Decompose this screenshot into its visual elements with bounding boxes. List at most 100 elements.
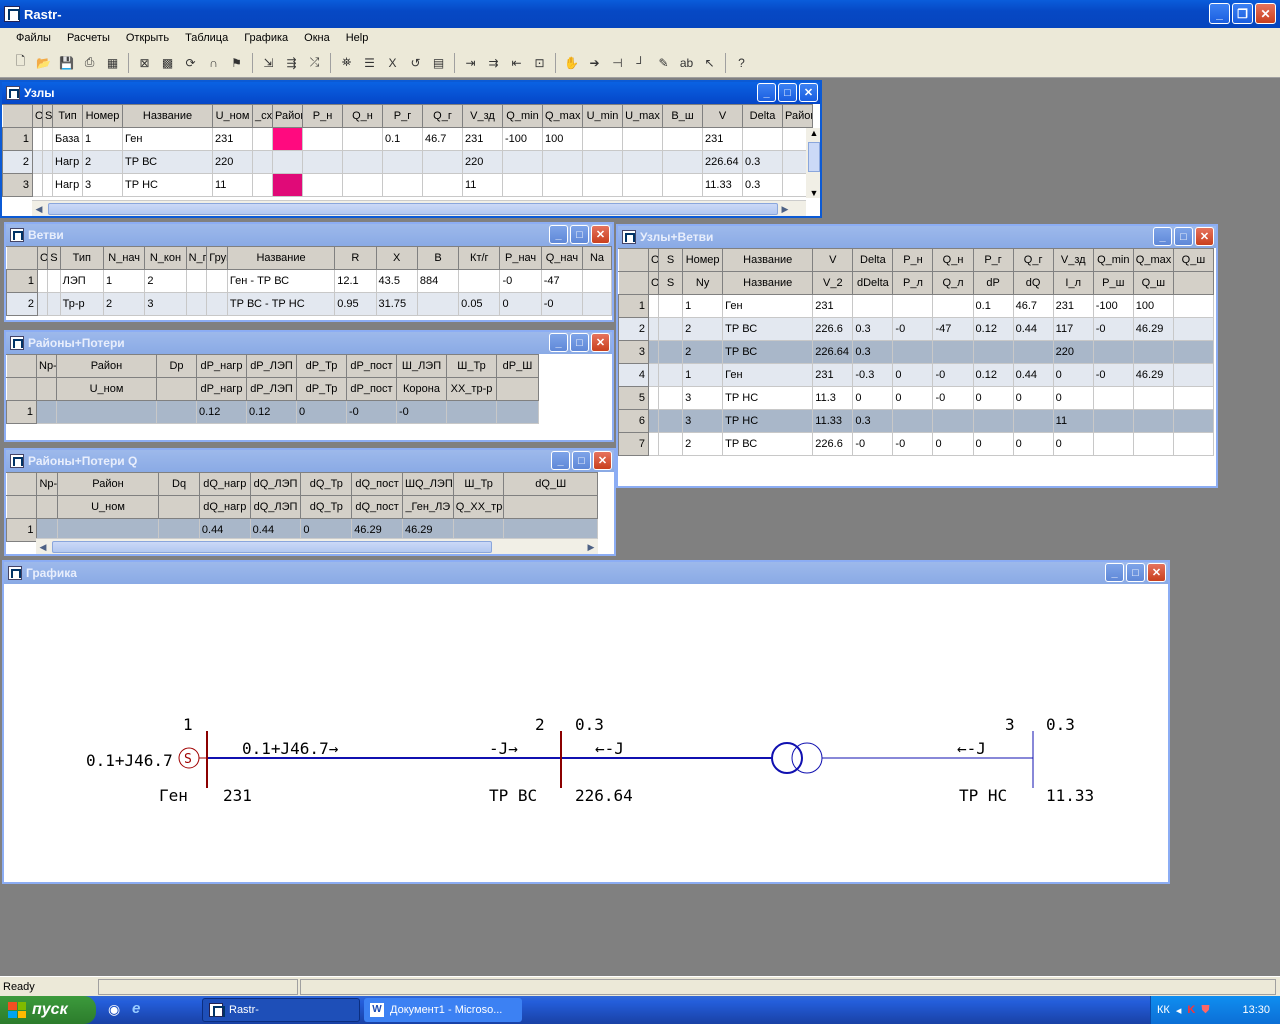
table-cell[interactable] [648, 363, 660, 387]
table-cell[interactable]: 0.12 [972, 317, 1014, 341]
close-button[interactable]: ✕ [1195, 227, 1214, 246]
table-cell[interactable]: 0.1 [972, 294, 1014, 318]
table-cell[interactable] [302, 173, 343, 197]
table-cell[interactable]: 0 [1012, 386, 1054, 410]
table-cell[interactable] [1012, 340, 1054, 364]
column-header[interactable]: dQ_Ш [503, 472, 598, 496]
table-cell[interactable] [206, 292, 228, 316]
branch-icon[interactable]: ⇲ [258, 52, 279, 73]
column-header[interactable]: V_2 [812, 271, 854, 295]
maximize-button[interactable]: □ [572, 451, 591, 470]
table-cell[interactable]: 0.3 [742, 150, 783, 174]
table-cell[interactable]: 1 [682, 294, 724, 318]
table-cell[interactable]: -0 [852, 432, 894, 456]
pointer-icon[interactable]: ➔ [584, 52, 605, 73]
column-header[interactable]: P_н [302, 104, 343, 128]
column-header[interactable]: Q_ш [1132, 271, 1174, 295]
column-header[interactable] [156, 377, 197, 401]
column-header[interactable]: dP_ЛЭП [246, 377, 297, 401]
table-cell[interactable] [932, 340, 974, 364]
magnet-icon[interactable]: ∩ [203, 52, 224, 73]
column-header[interactable]: Тип [59, 246, 105, 270]
column-header[interactable]: dQ_ЛЭП [249, 495, 302, 519]
column-header[interactable]: ШQ_ЛЭП [401, 472, 454, 496]
column-header[interactable]: U_max [622, 104, 663, 128]
column-header[interactable]: V [812, 248, 854, 272]
table-cell[interactable] [32, 173, 43, 197]
horizontal-scrollbar[interactable]: ◀ ▶ [32, 200, 806, 216]
column-header[interactable]: Название [722, 248, 814, 272]
table-cell[interactable]: 0.3 [742, 173, 783, 197]
table-cell[interactable]: -0 [892, 432, 934, 456]
column-header[interactable]: Q_л [932, 271, 974, 295]
table-cell[interactable]: 117 [1052, 317, 1094, 341]
table-cell[interactable]: 4 [618, 363, 650, 387]
table-cell[interactable]: Ген [722, 363, 814, 387]
table-cell[interactable]: 3 [144, 292, 187, 316]
arrow-in-icon[interactable]: ⇥ [460, 52, 481, 73]
column-header[interactable]: Nр-н [36, 472, 58, 496]
column-header[interactable]: Q_ш [1172, 248, 1215, 272]
table-cell[interactable] [582, 127, 623, 151]
table-cell[interactable]: 0 [1052, 363, 1094, 387]
table-cell[interactable] [502, 150, 543, 174]
arrow-icon[interactable]: ◂ [1176, 1004, 1182, 1017]
table-cell[interactable] [206, 269, 228, 293]
table-cell[interactable]: 1 [618, 294, 650, 318]
table-cell[interactable]: 231 [212, 127, 253, 151]
table-cell[interactable]: -0 [346, 400, 397, 424]
table-cell[interactable]: 2 [6, 292, 38, 316]
new-icon[interactable]: 🗋 [10, 52, 31, 73]
table-cell[interactable]: ТР ВС [722, 432, 814, 456]
table-cell[interactable]: 231 [1052, 294, 1094, 318]
menu-item-2[interactable]: Открыть [118, 32, 177, 44]
table-cell[interactable]: -100 [1092, 294, 1134, 318]
table-cell[interactable] [742, 127, 783, 151]
close-button[interactable]: ✕ [591, 225, 610, 244]
table-cell[interactable]: 3 [82, 173, 123, 197]
column-header[interactable]: R [334, 246, 377, 270]
vertical-scrollbar[interactable]: ▲ ▼ [806, 128, 820, 198]
maximize-button[interactable]: □ [570, 225, 589, 244]
table-cell[interactable] [47, 292, 61, 316]
minimize-button[interactable]: _ [1105, 563, 1124, 582]
table-cell[interactable] [1092, 386, 1134, 410]
column-header[interactable]: Ш_Тр [446, 354, 497, 378]
table-cell[interactable] [416, 292, 460, 316]
table-cell[interactable]: 0.12 [246, 400, 297, 424]
report-icon[interactable]: ▤ [428, 52, 449, 73]
table-cell[interactable] [382, 150, 423, 174]
column-header[interactable] [1172, 271, 1215, 295]
column-header[interactable]: Ny [682, 271, 724, 295]
table-cell[interactable]: 46.29 [1132, 317, 1174, 341]
table-cell[interactable]: 2 [682, 432, 724, 456]
table-cell[interactable]: -0 [499, 269, 542, 293]
table-cell[interactable]: -0 [932, 363, 974, 387]
column-header[interactable]: ХХ_тр-р [446, 377, 497, 401]
table-cell[interactable]: -0.3 [852, 363, 894, 387]
minimize-button[interactable]: _ [551, 451, 570, 470]
column-header[interactable]: B [416, 246, 460, 270]
table-cell[interactable]: 1 [103, 269, 146, 293]
table-cell[interactable]: 0.1 [382, 127, 423, 151]
column-header[interactable]: Ш_Тр [452, 472, 505, 496]
table-cell[interactable]: 31.75 [375, 292, 418, 316]
column-header[interactable]: Delta [852, 248, 894, 272]
table-cell[interactable]: 7 [618, 432, 650, 456]
table-cell[interactable]: 43.5 [375, 269, 418, 293]
pick-icon[interactable]: ↖ [699, 52, 720, 73]
column-header[interactable]: _Ген_ЛЭ [401, 495, 454, 519]
calc-icon[interactable]: ⊠ [134, 52, 155, 73]
table-cell[interactable] [156, 400, 197, 424]
table-cell[interactable] [458, 269, 501, 293]
column-header[interactable]: X [375, 246, 418, 270]
table-cell[interactable]: 46.29 [1132, 363, 1174, 387]
table-cell[interactable]: Ген - ТР ВС [226, 269, 336, 293]
arrow-split-icon[interactable]: ⇉ [483, 52, 504, 73]
language-indicator[interactable]: КК [1157, 1004, 1170, 1016]
table-cell[interactable]: 231 [702, 127, 743, 151]
column-header[interactable]: Ш_ЛЭП [396, 354, 447, 378]
table-cell[interactable]: ТР НС [722, 386, 814, 410]
table-cell[interactable]: 0.3 [852, 409, 894, 433]
table-cell[interactable] [252, 127, 273, 151]
